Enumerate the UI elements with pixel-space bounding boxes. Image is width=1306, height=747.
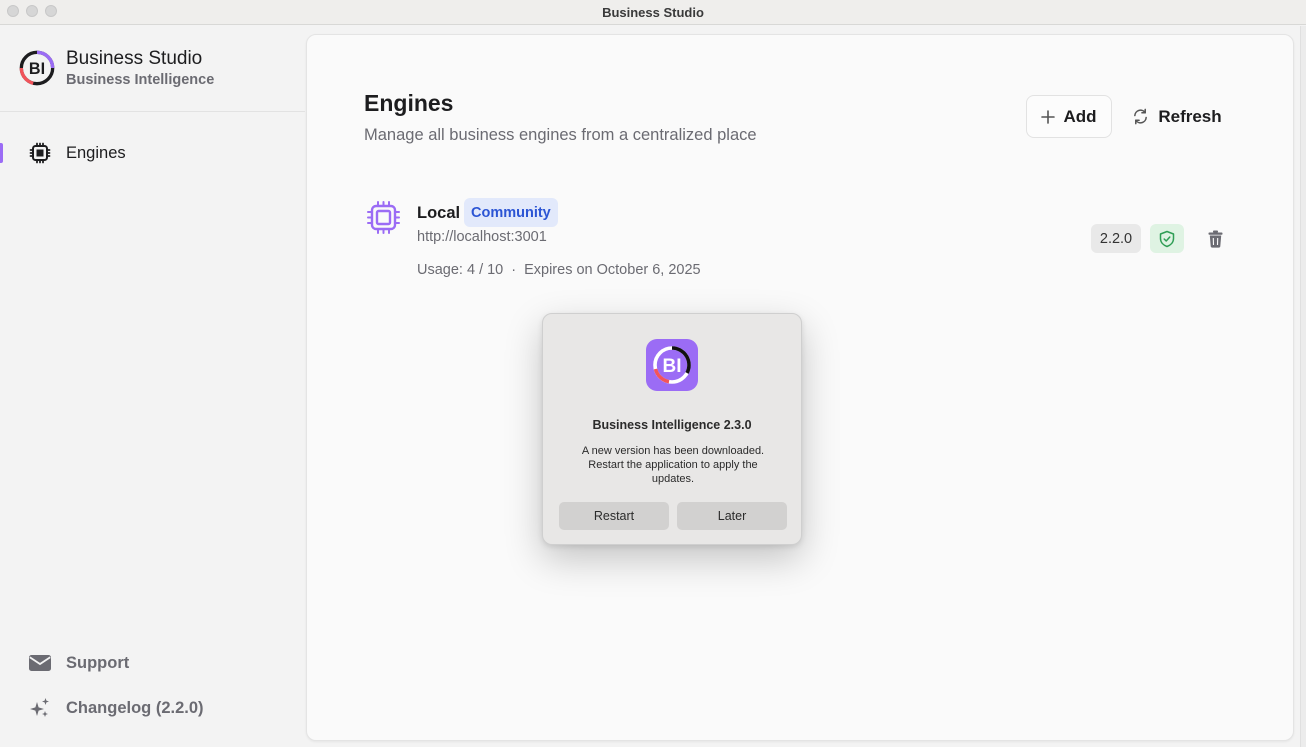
- plus-icon: [1041, 109, 1056, 124]
- meta-separator: ·: [511, 262, 517, 278]
- brand-subtitle: Business Intelligence: [66, 72, 215, 88]
- sidebar-item-support[interactable]: Support: [0, 645, 305, 681]
- app-icon-text: BI: [663, 356, 682, 377]
- add-engine-button[interactable]: Add: [1026, 95, 1112, 138]
- expiry-text: Expires on October 6, 2025: [524, 262, 701, 278]
- title-bar: Business Studio: [0, 0, 1306, 25]
- later-button[interactable]: Later: [677, 502, 787, 530]
- app-window: Business Studio BI Business Studio Busin…: [0, 0, 1306, 747]
- close-window-button[interactable]: [7, 5, 19, 17]
- brand: BI Business Studio Business Intelligence: [18, 48, 214, 88]
- engine-name: Local: [417, 204, 461, 222]
- sidebar-divider: [0, 111, 305, 112]
- shield-check-icon: [1159, 230, 1175, 247]
- active-indicator: [0, 143, 3, 163]
- minimize-window-button[interactable]: [26, 5, 38, 17]
- bi-logo-icon: BI: [19, 50, 55, 86]
- refresh-icon: [1134, 108, 1148, 125]
- delete-engine-button[interactable]: [1204, 224, 1226, 253]
- refresh-button[interactable]: Refresh: [1127, 95, 1227, 138]
- app-icon: BI: [646, 339, 698, 391]
- sidebar: BI Business Studio Business Intelligence: [0, 26, 305, 747]
- sidebar-item-engines[interactable]: Engines: [0, 135, 305, 171]
- envelope-icon: [29, 652, 51, 674]
- zoom-window-button[interactable]: [45, 5, 57, 17]
- restart-button[interactable]: Restart: [559, 502, 669, 530]
- refresh-label: Refresh: [1158, 106, 1222, 126]
- update-dialog: BI Business Intelligence 2.3.0 A new ver…: [542, 313, 802, 545]
- license-status-button[interactable]: [1150, 224, 1184, 253]
- add-label: Add: [1063, 106, 1097, 126]
- engine-meta: Usage: 4 / 10 · Expires on October 6, 2025: [417, 262, 701, 278]
- window-controls: [7, 5, 57, 17]
- window-title: Business Studio: [602, 4, 704, 20]
- tier-badge: Community: [464, 198, 558, 227]
- version-badge: 2.2.0: [1091, 224, 1141, 253]
- dialog-title: Business Intelligence 2.3.0: [592, 418, 752, 432]
- sidebar-item-label: Engines: [66, 143, 126, 162]
- engine-list-item[interactable]: Local Community http://localhost:3001 Us…: [364, 198, 1234, 288]
- cpu-chip-icon: [29, 142, 51, 164]
- dialog-message: A new version has been downloaded. Resta…: [581, 445, 765, 485]
- engine-url: http://localhost:3001: [417, 229, 547, 245]
- sidebar-item-label: Support: [66, 653, 130, 672]
- logo-text: BI: [29, 60, 45, 78]
- page-subtitle: Manage all business engines from a centr…: [364, 126, 757, 144]
- usage-text: Usage: 4 / 10: [417, 262, 504, 278]
- cpu-chip-icon: [367, 201, 400, 234]
- trash-icon: [1208, 230, 1222, 248]
- sidebar-item-label: Changelog (2.2.0): [66, 698, 204, 717]
- window-edge: [1300, 26, 1306, 747]
- brand-name: Business Studio: [66, 48, 203, 69]
- page-title: Engines: [364, 90, 454, 116]
- sidebar-item-changelog[interactable]: Changelog (2.2.0): [0, 690, 305, 726]
- sparkles-icon: [29, 697, 51, 719]
